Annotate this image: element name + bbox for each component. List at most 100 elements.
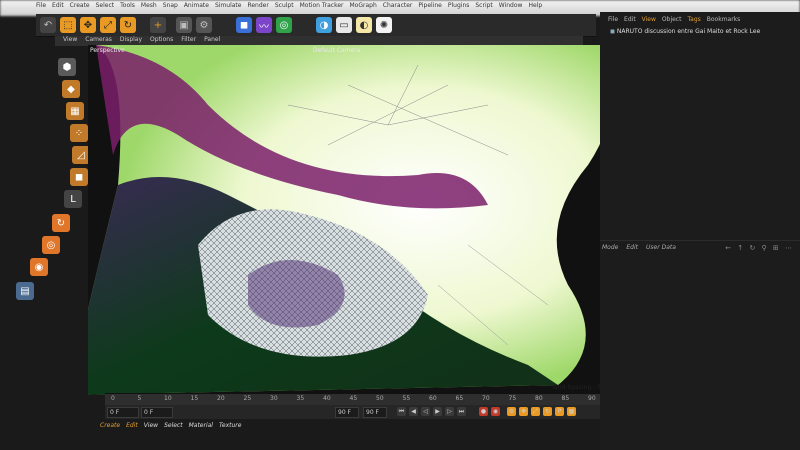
menu-item-motion-tracker[interactable]: Motion Tracker bbox=[300, 2, 344, 14]
play-icon[interactable]: ▶ bbox=[433, 407, 442, 416]
camera-icon[interactable]: ◐ bbox=[356, 17, 372, 33]
timeline-tick: 35 bbox=[296, 395, 305, 402]
current-frame-field[interactable]: 0 F bbox=[141, 407, 173, 418]
cube-icon[interactable]: ◼ bbox=[236, 17, 252, 33]
object-menu-tags[interactable]: Tags bbox=[687, 16, 700, 23]
viewport-camera: Default Camera bbox=[313, 47, 361, 54]
material-menu-texture[interactable]: Texture bbox=[219, 422, 241, 432]
menu-item-script[interactable]: Script bbox=[475, 2, 492, 14]
floor-icon[interactable]: ▭ bbox=[336, 17, 352, 33]
scale-icon[interactable]: ⤢ bbox=[100, 17, 116, 33]
menu-item-create[interactable]: Create bbox=[70, 2, 90, 14]
rotate-icon[interactable]: ↻ bbox=[120, 17, 136, 33]
key-scale-icon[interactable]: ⤢ bbox=[531, 407, 540, 416]
attribute-menu-user-data[interactable]: User Data bbox=[646, 244, 676, 251]
viewport-menu-view[interactable]: View bbox=[63, 36, 77, 46]
timeline-tick: 45 bbox=[349, 395, 358, 402]
tweak-icon[interactable]: ↻ bbox=[52, 214, 70, 232]
menu-item-mesh[interactable]: Mesh bbox=[141, 2, 157, 14]
go-to-start-icon[interactable]: ⏮ bbox=[397, 407, 406, 416]
attribute-menu-edit[interactable]: Edit bbox=[626, 244, 638, 251]
model-mode-icon[interactable]: ◆ bbox=[62, 80, 80, 98]
end-frame-field[interactable]: 90 F bbox=[335, 407, 359, 418]
3d-viewport[interactable]: Perspective Default Camera Grid Spacing … bbox=[68, 45, 618, 395]
menu-item-sculpt[interactable]: Sculpt bbox=[275, 2, 294, 14]
menu-item-file[interactable]: File bbox=[36, 2, 46, 14]
start-frame-field[interactable]: 0 F bbox=[107, 407, 139, 418]
object-menu-edit[interactable]: Edit bbox=[624, 16, 636, 23]
material-menu-view[interactable]: View bbox=[144, 422, 158, 432]
undo-icon[interactable]: ↶ bbox=[40, 17, 56, 33]
axis-icon[interactable]: L bbox=[64, 190, 82, 208]
material-menu-select[interactable]: Select bbox=[164, 422, 183, 432]
menu-item-help[interactable]: Help bbox=[528, 2, 542, 14]
next-frame-icon[interactable]: ▷ bbox=[445, 407, 454, 416]
material-menu-edit[interactable]: Edit bbox=[126, 422, 138, 432]
spline-icon[interactable]: 〰 bbox=[256, 17, 272, 33]
record-icon[interactable]: ● bbox=[479, 407, 488, 416]
workplane-icon[interactable]: ◉ bbox=[30, 258, 48, 276]
light-icon[interactable]: ✺ bbox=[376, 17, 392, 33]
prev-frame-icon[interactable]: ◁ bbox=[421, 407, 430, 416]
menu-item-pipeline[interactable]: Pipeline bbox=[418, 2, 441, 14]
menu-item-mograph[interactable]: MoGraph bbox=[350, 2, 377, 14]
panel-divider bbox=[600, 240, 800, 241]
menu-item-window[interactable]: Window bbox=[499, 2, 523, 14]
menu-item-animate[interactable]: Animate bbox=[184, 2, 209, 14]
object-menu-object[interactable]: Object bbox=[662, 16, 682, 23]
key-rotation-icon[interactable]: ↻ bbox=[543, 407, 552, 416]
timeline-tick: 90 bbox=[588, 395, 596, 402]
prev-key-icon[interactable]: ◀ bbox=[409, 407, 418, 416]
key-pla-icon[interactable]: ▦ bbox=[567, 407, 576, 416]
polygons-mode-icon[interactable]: ◼ bbox=[70, 168, 88, 186]
key-param-icon[interactable]: P bbox=[555, 407, 564, 416]
object-manager-panel: File Edit View Object Tags Bookmarks ◼ NARUTO… bbox=[600, 12, 800, 450]
autokey-icon[interactable]: ◉ bbox=[491, 407, 500, 416]
timeline-tick: 30 bbox=[270, 395, 278, 402]
snap-icon[interactable]: ◎ bbox=[42, 236, 60, 254]
menu-item-simulate[interactable]: Simulate bbox=[215, 2, 242, 14]
deformer-icon[interactable]: ◑ bbox=[316, 17, 332, 33]
menu-item-tools[interactable]: Tools bbox=[120, 2, 135, 14]
go-to-end-icon[interactable]: ⏭ bbox=[457, 407, 466, 416]
key-selection-icon[interactable]: ⚙ bbox=[507, 407, 516, 416]
nurbs-icon[interactable]: ◎ bbox=[276, 17, 292, 33]
object-list-item[interactable]: ◼ NARUTO discussion entre Gai Maito et R… bbox=[610, 28, 760, 35]
menu-item-render[interactable]: Render bbox=[247, 2, 268, 14]
menu-item-plugins[interactable]: Plugins bbox=[448, 2, 470, 14]
render-view-icon[interactable]: ▣ bbox=[176, 17, 192, 33]
object-menu-view[interactable]: View bbox=[642, 16, 656, 23]
material-manager-menu: Create Edit View Select Material Texture bbox=[100, 422, 440, 432]
timeline-tick: 15 bbox=[190, 395, 199, 402]
menu-item-snap[interactable]: Snap bbox=[163, 2, 178, 14]
render-settings-icon[interactable]: ⚙ bbox=[196, 17, 212, 33]
material-menu-create[interactable]: Create bbox=[100, 422, 120, 432]
timeline-tick: 40 bbox=[323, 395, 331, 402]
grid-icon[interactable]: ▤ bbox=[16, 282, 34, 300]
object-menu-file[interactable]: File bbox=[608, 16, 618, 23]
key-position-icon[interactable]: ✥ bbox=[519, 407, 528, 416]
add-object-icon[interactable]: + bbox=[150, 17, 166, 33]
points-mode-icon[interactable]: ⁘ bbox=[70, 124, 88, 142]
object-name: NARUTO discussion entre Gai Maito et Roc… bbox=[616, 28, 761, 35]
texture-mode-icon[interactable]: ▦ bbox=[66, 102, 84, 120]
material-menu-material[interactable]: Material bbox=[189, 422, 213, 432]
main-toolbar: ↶ ⬚ ✥ ⤢ ↻ + ▣ ⚙ ◼ 〰 ◎ ◑ ▭ ◐ ✺ bbox=[36, 14, 596, 37]
menu-item-edit[interactable]: Edit bbox=[52, 2, 64, 14]
live-select-icon[interactable]: ⬚ bbox=[60, 17, 76, 33]
make-editable-icon[interactable]: ⬢ bbox=[58, 58, 76, 76]
move-icon[interactable]: ✥ bbox=[80, 17, 96, 33]
object-manager-menu: File Edit View Object Tags Bookmarks bbox=[608, 16, 740, 23]
end-frame-field-2[interactable]: 90 F bbox=[363, 407, 387, 418]
attribute-nav-icons[interactable]: ← ↑ ↻ ⚲ ⊞ ⋯ bbox=[725, 244, 794, 252]
object-menu-bookmarks[interactable]: Bookmarks bbox=[707, 16, 741, 23]
timeline-tick: 80 bbox=[535, 395, 543, 402]
menu-item-character[interactable]: Character bbox=[383, 2, 413, 14]
viewport-render bbox=[68, 45, 618, 395]
attribute-menu-mode[interactable]: Mode bbox=[602, 244, 618, 251]
timeline-tick: 5 bbox=[137, 395, 142, 402]
timeline-tick: 55 bbox=[402, 395, 411, 402]
left-tool-palette: ⬢ ◆ ▦ ⁘ ◿ ◼ L ↻ ◎ ◉ ▤ bbox=[16, 58, 90, 308]
timeline-tick: 65 bbox=[455, 395, 464, 402]
menu-item-select[interactable]: Select bbox=[96, 2, 115, 14]
